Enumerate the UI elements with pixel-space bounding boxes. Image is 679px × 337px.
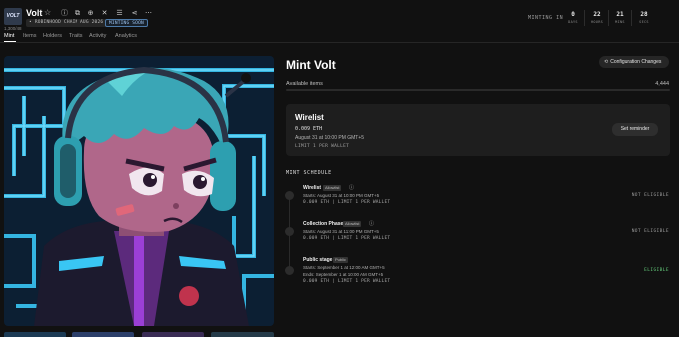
tab-items[interactable]: Items <box>23 33 36 39</box>
timeline-dot <box>285 227 294 236</box>
star-icon[interactable]: ☆ <box>44 8 51 17</box>
thumbnail[interactable] <box>72 332 134 337</box>
collection-logo[interactable]: VOLT <box>4 8 22 25</box>
thumbnail[interactable] <box>4 332 66 337</box>
collection-header: VOLT 1,300/48 Volt ☆ ⓘ ⧉ ⊕ ✕ ☰ ⋖ ⋯ • ROB… <box>0 0 679 32</box>
set-reminder-button[interactable]: Set reminder <box>612 123 658 136</box>
phase-price: 0.009 ETH | LIMIT 1 PER WALLET <box>303 279 391 284</box>
phase-price: 0.009 ETH | LIMIT 1 PER WALLET <box>303 200 391 205</box>
phase-status: NOT ELIGIBLE <box>631 229 669 234</box>
collection-name: Volt <box>26 8 43 18</box>
tab-holders[interactable]: Holders <box>43 33 62 39</box>
availability-progress-bar <box>286 89 670 91</box>
countdown-hours: 22 HOURS <box>590 11 604 24</box>
stage-name: Wirelist <box>295 113 324 122</box>
stage-date: August 31 at 10:00 PM GMT+5 <box>295 135 365 141</box>
stage-price: 0.009 ETH <box>295 126 323 132</box>
divider <box>584 10 585 26</box>
phase-start: Starts: September 1 at 12:00 AM GMT+5 <box>303 265 385 270</box>
countdown-days: 0 DAYS <box>568 11 578 24</box>
tab-traits[interactable]: Traits <box>69 33 83 39</box>
phase-badge: Public <box>333 256 348 263</box>
chain-chip: • ROBINHOOD CHAIN <box>26 19 82 27</box>
thumbnail[interactable] <box>142 332 204 337</box>
countdown-label: MINTING IN <box>528 15 564 21</box>
active-stage-card: Wirelist 0.009 ETH August 31 at 10:00 PM… <box>286 104 670 156</box>
mint-schedule-heading: MINT SCHEDULE <box>286 170 332 176</box>
info-icon[interactable]: ⓘ <box>369 220 374 227</box>
tab-activity[interactable]: Activity <box>89 33 106 39</box>
tab-analytics[interactable]: Analytics <box>115 33 137 39</box>
available-items-label: Available items <box>286 81 323 87</box>
thumbnail[interactable] <box>211 332 274 337</box>
timeline-dot <box>285 266 294 275</box>
artwork-thumbnails <box>4 332 274 337</box>
phase-start: Starts: August 31 at 11:00 PM GMT+5 <box>303 229 379 234</box>
stage-limit: LIMIT 1 PER WALLET <box>295 144 350 149</box>
discord-icon[interactable]: ☰ <box>115 9 124 18</box>
nft-illustration <box>4 56 274 326</box>
globe-icon[interactable]: ⊕ <box>86 9 95 18</box>
phase-name: Wirelist <box>303 185 322 191</box>
history-icon: ⟲ <box>604 59 609 65</box>
phase-price: 0.009 ETH | LIMIT 1 PER WALLET <box>303 236 391 241</box>
tab-mint[interactable]: Mint <box>4 33 14 39</box>
copy-icon[interactable]: ⧉ <box>73 9 82 18</box>
phase-start: Starts: August 31 at 10:00 PM GMT+5 <box>303 193 380 198</box>
timeline-dot <box>285 191 294 200</box>
divider <box>631 10 632 26</box>
phase-status: ELIGIBLE <box>644 268 669 273</box>
configuration-changes-button[interactable]: ⟲ Configuration Changes <box>599 56 669 68</box>
x-icon[interactable]: ✕ <box>100 9 109 18</box>
phase-end: Ends: September 1 at 10:00 AM GMT+5 <box>303 272 384 277</box>
phase-name: Public stage <box>303 257 333 263</box>
phase-badge: Allowlist <box>343 220 362 227</box>
info-icon[interactable]: ⓘ <box>349 184 354 191</box>
phase-badge: Allowlist <box>323 184 342 191</box>
more-icon[interactable]: ⋯ <box>144 9 153 18</box>
info-icon[interactable]: ⓘ <box>60 9 69 18</box>
divider <box>0 42 679 43</box>
status-chip: MINTING SOON <box>105 19 148 27</box>
phase-status: NOT ELIGIBLE <box>631 193 669 198</box>
date-chip: AUG 2026 <box>77 19 107 27</box>
collection-supply: 1,300/48 <box>4 26 22 31</box>
share-icon[interactable]: ⋖ <box>130 9 139 18</box>
nft-artwork[interactable] <box>4 56 274 326</box>
countdown-mins: 21 MINS <box>615 11 625 24</box>
page-title: Mint Volt <box>286 58 336 72</box>
available-items-value: 4,444 <box>655 81 669 87</box>
phase-name: Collection Phase <box>303 221 344 227</box>
countdown-secs: 28 SECS <box>639 11 649 24</box>
